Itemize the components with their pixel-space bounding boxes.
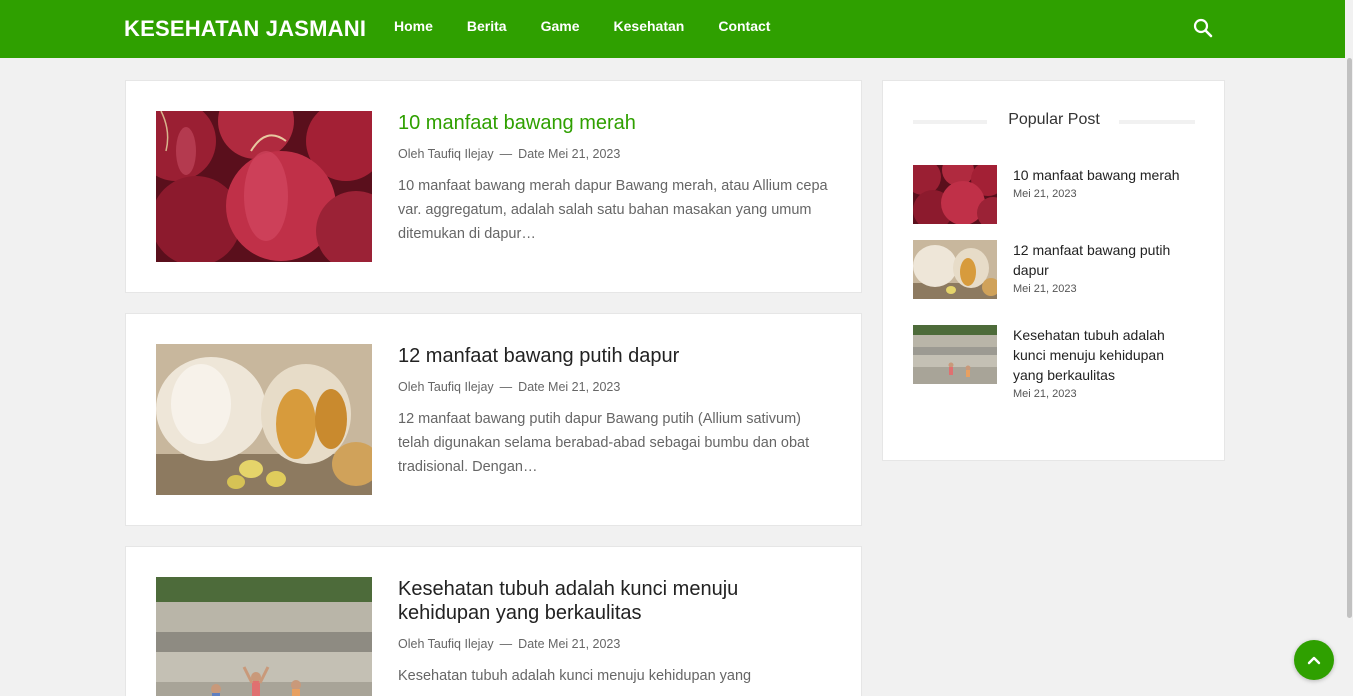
post-card: 10 manfaat bawang merah Oleh Taufiq Ilej… bbox=[125, 80, 862, 293]
post-date: Date Mei 21, 2023 bbox=[518, 637, 621, 651]
site-brand[interactable]: KESEHATAN JASMANI bbox=[124, 16, 366, 42]
post-date: Date Mei 21, 2023 bbox=[518, 380, 621, 394]
sidebar-widget: Popular Post 10 manfaat bawang merah Mei… bbox=[882, 80, 1225, 461]
nav-game[interactable]: Game bbox=[541, 18, 580, 34]
garlic-thumbnail[interactable] bbox=[913, 240, 997, 299]
meta-separator: — bbox=[499, 637, 513, 651]
post-card: 12 manfaat bawang putih dapur Oleh Taufi… bbox=[125, 313, 862, 526]
post-date: Date Mei 21, 2023 bbox=[518, 147, 621, 161]
widget-title: Popular Post bbox=[913, 111, 1195, 129]
nav-home[interactable]: Home bbox=[394, 18, 433, 34]
post-author[interactable]: Oleh Taufiq Ilejay bbox=[398, 637, 494, 651]
site-header: KESEHATAN JASMANI Home Berita Game Keseh… bbox=[0, 0, 1353, 58]
nav-contact[interactable]: Contact bbox=[718, 18, 770, 34]
post-meta: Oleh Taufiq Ilejay — Date Mei 21, 2023 bbox=[398, 147, 620, 161]
popular-post-item[interactable]: 10 manfaat bawang merah Mei 21, 2023 bbox=[913, 165, 1195, 225]
post-meta: Oleh Taufiq Ilejay — Date Mei 21, 2023 bbox=[398, 637, 620, 651]
post-excerpt: 12 manfaat bawang putih dapur Bawang put… bbox=[398, 411, 810, 475]
post-title[interactable]: Kesehatan tubuh adalah kunci menuju kehi… bbox=[398, 577, 818, 625]
post-title[interactable]: 12 manfaat bawang putih dapur bbox=[398, 344, 818, 368]
meta-separator: — bbox=[499, 380, 513, 394]
popular-post-date: Mei 21, 2023 bbox=[1013, 388, 1077, 400]
post-excerpt: Kesehatan tubuh adalah kunci menuju kehi… bbox=[398, 668, 752, 684]
popular-post-title[interactable]: Kesehatan tubuh adalah kunci menuju kehi… bbox=[1013, 325, 1193, 385]
popular-post-title[interactable]: 12 manfaat bawang putih dapur bbox=[1013, 240, 1193, 280]
post-title[interactable]: 10 manfaat bawang merah bbox=[398, 111, 818, 135]
main-nav: Home Berita Game Kesehatan Contact bbox=[394, 18, 804, 34]
red-onions-image[interactable] bbox=[156, 111, 372, 262]
nav-berita[interactable]: Berita bbox=[467, 18, 507, 34]
yoga-group-image[interactable] bbox=[156, 577, 372, 696]
widget-header: Popular Post bbox=[913, 111, 1195, 131]
popular-post-title[interactable]: 10 manfaat bawang merah bbox=[1013, 165, 1193, 185]
yoga-group-thumbnail[interactable] bbox=[913, 325, 997, 384]
nav-kesehatan[interactable]: Kesehatan bbox=[614, 18, 685, 34]
chevron-up-icon bbox=[1307, 656, 1321, 665]
popular-post-item[interactable]: 12 manfaat bawang putih dapur Mei 21, 20… bbox=[913, 240, 1195, 300]
meta-separator: — bbox=[499, 147, 513, 161]
garlic-image[interactable] bbox=[156, 344, 372, 495]
post-author[interactable]: Oleh Taufiq Ilejay bbox=[398, 147, 494, 161]
popular-post-date: Mei 21, 2023 bbox=[1013, 283, 1077, 295]
post-meta: Oleh Taufiq Ilejay — Date Mei 21, 2023 bbox=[398, 380, 620, 394]
back-to-top-button[interactable] bbox=[1294, 640, 1334, 680]
scrollbar-thumb[interactable] bbox=[1347, 58, 1352, 618]
post-excerpt: 10 manfaat bawang merah dapur Bawang mer… bbox=[398, 178, 828, 242]
popular-post-date: Mei 21, 2023 bbox=[1013, 188, 1077, 200]
post-author[interactable]: Oleh Taufiq Ilejay bbox=[398, 380, 494, 394]
post-card: Kesehatan tubuh adalah kunci menuju kehi… bbox=[125, 546, 862, 696]
red-onions-thumbnail[interactable] bbox=[913, 165, 997, 224]
search-icon[interactable] bbox=[1193, 18, 1213, 38]
popular-post-item[interactable]: Kesehatan tubuh adalah kunci menuju kehi… bbox=[913, 325, 1195, 405]
